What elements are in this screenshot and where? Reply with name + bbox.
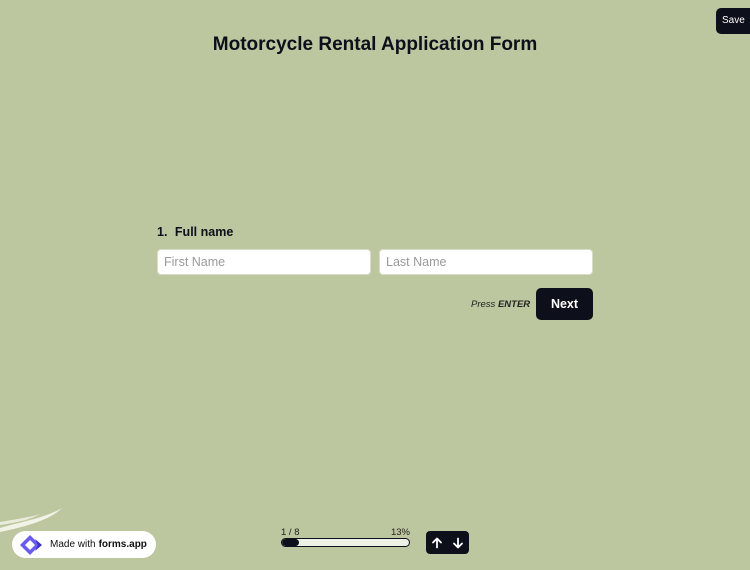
- swoosh-decoration: [0, 508, 62, 532]
- question-text: Full name: [174, 225, 234, 239]
- previous-question-button[interactable]: [426, 531, 447, 554]
- made-with-badge[interactable]: Made with forms.app: [12, 531, 156, 558]
- first-name-input[interactable]: [157, 249, 371, 275]
- next-button[interactable]: Next: [536, 288, 593, 320]
- save-button[interactable]: Save: [716, 8, 750, 34]
- press-enter-hint: Press ENTER: [471, 299, 530, 310]
- forms-app-logo-icon: [20, 534, 42, 555]
- next-question-button[interactable]: [447, 531, 468, 554]
- badge-prefix: Made with: [50, 539, 96, 550]
- last-name-input[interactable]: [379, 249, 593, 275]
- press-hint-key: ENTER: [497, 299, 531, 310]
- progress-counter: 1 / 8: [281, 527, 300, 538]
- question-navigation: [426, 531, 469, 554]
- badge-brand: forms.app: [98, 539, 147, 550]
- arrow-down-icon: [452, 537, 463, 548]
- question-label: 1. Full name: [157, 225, 233, 239]
- progress-percent: 13%: [390, 527, 410, 538]
- progress-fill: [282, 539, 299, 546]
- arrow-up-icon: [431, 537, 442, 548]
- progress-bar: [281, 538, 410, 547]
- form-title: Motorcycle Rental Application Form: [212, 34, 538, 55]
- press-hint-prefix: Press: [471, 299, 496, 310]
- form-page: Save Motorcycle Rental Application Form …: [0, 0, 750, 570]
- question-number: 1.: [157, 225, 168, 239]
